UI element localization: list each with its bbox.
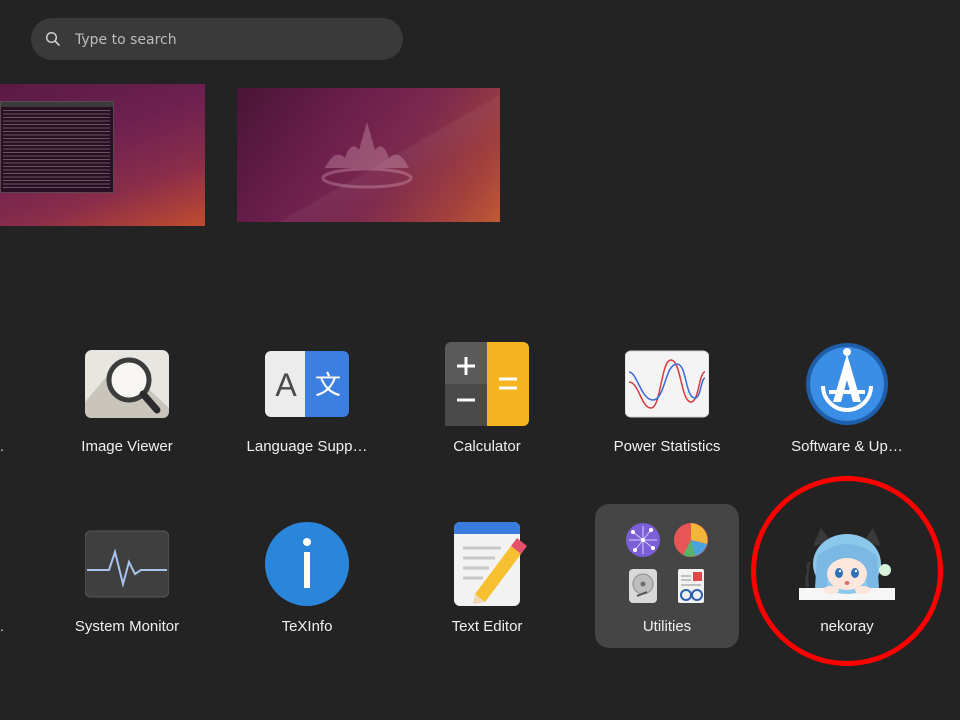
app-label: Text Editor <box>451 618 523 635</box>
system-monitor-icon <box>85 530 169 598</box>
workspace-thumbnail-1[interactable] <box>0 84 205 226</box>
highlight-circle <box>751 476 943 666</box>
app-label: Power Statistics <box>613 438 721 455</box>
app-language-support[interactable]: A 文 Language Supp… <box>232 342 382 492</box>
app-power-statistics[interactable]: Power Statistics <box>592 342 742 492</box>
svg-text:A: A <box>275 367 297 403</box>
app-label: Image Viewer <box>81 438 173 455</box>
svg-text:文: 文 <box>315 371 341 401</box>
app-system-monitor[interactable]: System Monitor <box>52 522 202 672</box>
disk-usage-icon <box>674 523 708 557</box>
network-globe-icon <box>626 523 660 557</box>
language-support-icon: A 文 <box>265 351 349 417</box>
search-bar[interactable] <box>31 18 403 62</box>
app-label: System Monitor <box>74 618 180 635</box>
image-viewer-icon <box>85 350 169 418</box>
workspace-thumbnail-2[interactable] <box>237 88 500 222</box>
power-statistics-icon <box>625 350 709 418</box>
disks-icon <box>629 569 657 603</box>
folder-label: Utilities <box>642 618 692 635</box>
offscreen-app-label: . <box>0 438 4 454</box>
app-text-editor[interactable]: Text Editor <box>412 522 562 672</box>
text-editor-icon <box>454 522 527 606</box>
texinfo-icon <box>265 522 349 606</box>
offscreen-app-label: . <box>0 618 4 634</box>
app-label: Calculator <box>453 438 521 455</box>
document-viewer-icon <box>678 569 704 603</box>
app-calculator[interactable]: Calculator <box>412 342 562 492</box>
calculator-icon <box>445 342 529 426</box>
app-label: TeXInfo <box>281 618 333 635</box>
app-image-viewer[interactable]: Image Viewer <box>52 342 202 492</box>
app-folder-utilities[interactable]: Utilities <box>595 504 739 648</box>
search-input[interactable] <box>73 18 387 62</box>
search-icon <box>45 31 60 46</box>
software-updates-icon <box>806 343 888 425</box>
app-label: Language Supp… <box>246 438 368 455</box>
app-texinfo[interactable]: TeXInfo <box>232 522 382 672</box>
app-label: Software & Up… <box>791 438 903 455</box>
app-software-updates[interactable]: Software & Up… <box>772 342 922 492</box>
terminal-window-thumbnail[interactable] <box>0 101 114 193</box>
crown-logo-icon <box>321 122 413 189</box>
